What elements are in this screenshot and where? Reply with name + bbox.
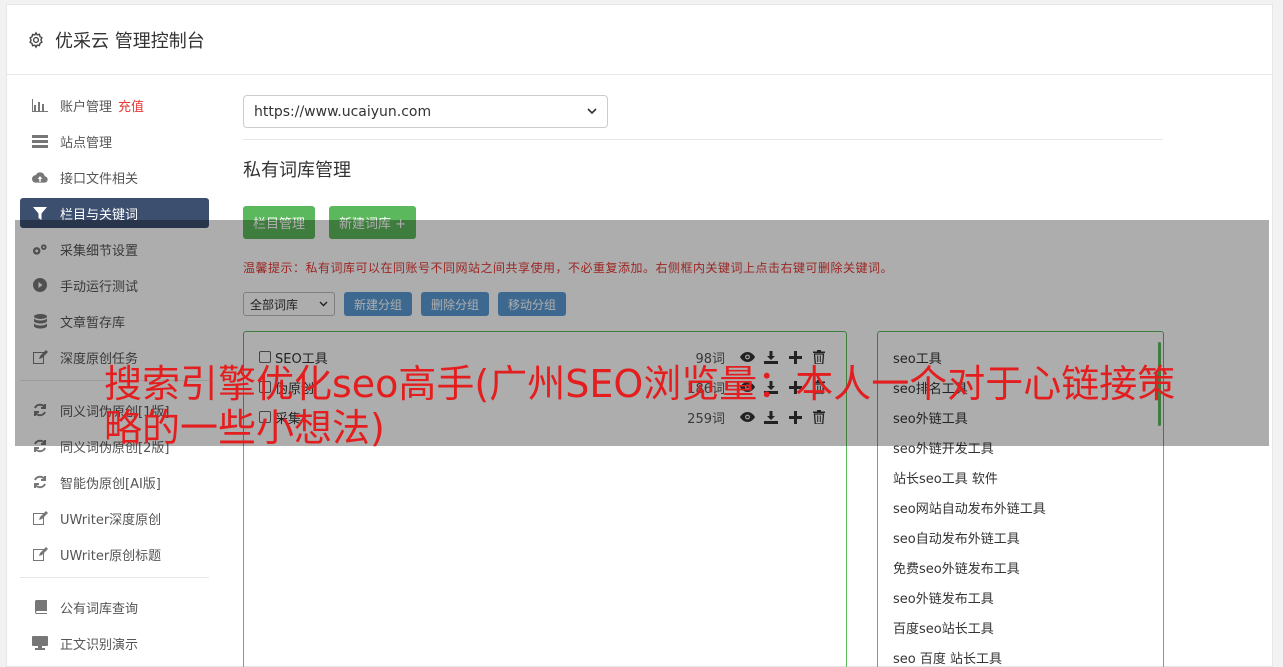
sidebar-item-label: 正文识别演示 xyxy=(60,637,139,653)
keyword-item[interactable]: seo网站自动发布外链工具 xyxy=(893,492,1148,522)
chevron-down-icon xyxy=(587,108,597,115)
edit-icon xyxy=(32,511,48,525)
overlay-headline: 搜索引擎优化seo高手(广州SEO浏览量：本人一个对于心链接策略的一些小想法) xyxy=(104,362,1176,450)
sidebar-item-label: UWriter原创标题 xyxy=(60,548,162,564)
sidebar-item-label: 公有词库查询 xyxy=(60,601,139,617)
filter-icon xyxy=(32,206,48,220)
sidebar-item-text-recognition[interactable]: 正文识别演示 xyxy=(20,628,209,658)
sidebar-item-uwriter-deep[interactable]: UWriter深度原创 xyxy=(20,503,209,533)
sidebar-item-label: 智能伪原创[AI版] xyxy=(60,476,161,492)
edit-icon xyxy=(32,547,48,561)
sidebar-item-ai-rewrite[interactable]: 智能伪原创[AI版] xyxy=(20,467,209,497)
sidebar-item-label: 账户管理 xyxy=(60,99,113,115)
keyword-item[interactable]: seo外链发布工具 xyxy=(893,582,1148,612)
gear-icon xyxy=(29,31,43,48)
keyword-item[interactable]: 免费seo外链发布工具 xyxy=(893,552,1148,582)
sidebar-item-public-library[interactable]: 公有词库查询 xyxy=(20,592,209,622)
sidebar-item-label: UWriter深度原创 xyxy=(60,512,162,528)
keyword-item[interactable]: seo 百度 站长工具 xyxy=(893,642,1148,667)
keyword-item[interactable]: seo自动发布外链工具 xyxy=(893,522,1148,552)
divider xyxy=(243,139,1163,140)
sidebar-divider xyxy=(20,577,209,578)
site-select[interactable]: https://www.ucaiyun.com xyxy=(243,95,608,128)
site-select-value: https://www.ucaiyun.com xyxy=(254,103,432,120)
keyword-item[interactable]: 站长seo工具 软件 xyxy=(893,462,1148,492)
page-title: 私有词库管理 xyxy=(243,160,351,181)
header: 优采云 管理控制台 xyxy=(7,5,1272,75)
sidebar-item-uwriter-title[interactable]: UWriter原创标题 xyxy=(20,539,209,569)
monitor-icon xyxy=(32,636,48,650)
book-icon xyxy=(32,600,48,614)
keyword-item[interactable]: 百度seo站长工具 xyxy=(893,612,1148,642)
sidebar-item-label: 站点管理 xyxy=(60,135,113,151)
cloud-upload-icon xyxy=(32,170,48,184)
bar-chart-icon xyxy=(32,98,48,112)
app-title: 优采云 管理控制台 xyxy=(55,30,205,52)
sidebar-item-account[interactable]: 账户管理 充值 xyxy=(20,90,209,120)
recharge-link[interactable]: 充值 xyxy=(118,96,144,115)
server-icon xyxy=(32,134,48,148)
sidebar-item-sites[interactable]: 站点管理 xyxy=(20,126,209,156)
sidebar-item-label: 接口文件相关 xyxy=(60,171,139,187)
refresh-icon xyxy=(32,475,48,489)
sidebar-item-api-files[interactable]: 接口文件相关 xyxy=(20,162,209,192)
